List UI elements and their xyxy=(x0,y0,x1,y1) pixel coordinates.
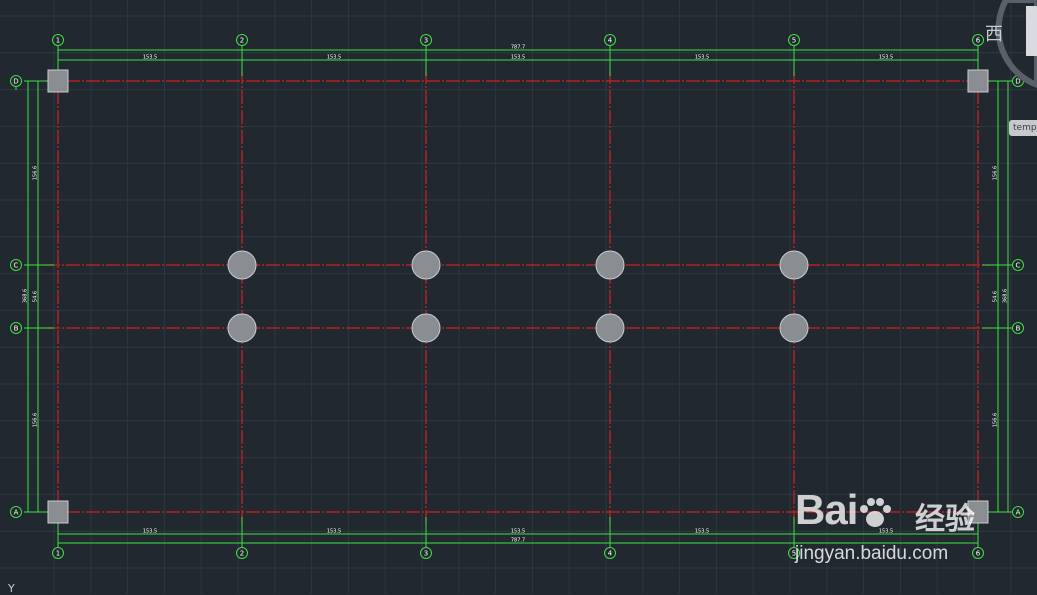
axis-bubble-top-6-label: 6 xyxy=(976,37,981,45)
dimension-text: 153.5 xyxy=(143,529,157,535)
dimension-text: 153.5 xyxy=(327,55,341,61)
axis-bubble-bottom-4-label: 4 xyxy=(608,550,613,558)
axis-bubble-left-B-label: B xyxy=(14,325,19,333)
axis-bubble-bottom-3-label: 3 xyxy=(424,550,428,558)
square-column xyxy=(967,69,989,93)
dimension-text: 153.5 xyxy=(511,529,525,535)
axis-lines xyxy=(46,70,990,524)
dimension-text: 54.6 xyxy=(33,291,39,302)
axis-bubble-top-4-label: 4 xyxy=(608,37,613,45)
axis-bubble-left-A-label: A xyxy=(14,509,19,517)
axis-bubble-right-A-label: A xyxy=(1016,509,1021,517)
dimension-lines: 787.7 153.5 153.5 153.5 153.5 153.5 787.7 153.5… xyxy=(15,45,1012,547)
watermark-cn-text: 经验 xyxy=(915,502,975,537)
dimension-text: 153.5 xyxy=(511,55,525,61)
paw-icon xyxy=(857,480,897,540)
dimension-text: 153.5 xyxy=(695,55,709,61)
baidu-logo: Bai xyxy=(795,480,897,540)
round-column xyxy=(411,250,441,280)
viewcube-face[interactable] xyxy=(1026,6,1037,56)
logo-text: Bai xyxy=(795,486,858,533)
round-column xyxy=(411,313,441,343)
dimension-text: 156.6 xyxy=(33,413,39,427)
axis-bubble-left-C-label: C xyxy=(14,262,19,270)
axis-bubble-right-C-label: C xyxy=(1016,262,1021,270)
round-column xyxy=(779,313,809,343)
round-column xyxy=(779,250,809,280)
axis-bubble-top-1-label: 1 xyxy=(56,37,60,45)
dimension-text: 54.6 xyxy=(993,291,999,302)
axis-bubble-left-D-label: D xyxy=(13,78,18,86)
dimension-text: 153.5 xyxy=(695,529,709,535)
axis-bubble-top-5-label: 5 xyxy=(792,37,796,45)
dimension-text: 156.6 xyxy=(993,166,999,180)
dimension-text-total: 368.6 xyxy=(1003,289,1009,303)
square-column xyxy=(47,69,69,93)
round-column xyxy=(595,250,625,280)
dimension-text-total: 787.7 xyxy=(511,45,525,51)
round-column xyxy=(227,250,257,280)
round-column xyxy=(227,313,257,343)
axis-bubble-top-3-label: 3 xyxy=(424,37,428,45)
round-column xyxy=(595,313,625,343)
baidu-watermark: Bai 经验 jingyan.baidu.com xyxy=(795,480,995,572)
dimension-text: 156.6 xyxy=(993,413,999,427)
compass-direction-label[interactable]: 西 xyxy=(985,20,1003,46)
axis-bubble-bottom-2-label: 2 xyxy=(240,550,244,558)
dimension-text: 153.5 xyxy=(143,55,157,61)
axis-bubble-right-B-label: B xyxy=(1016,325,1021,333)
dimension-text-total: 368.6 xyxy=(23,289,29,303)
columns xyxy=(47,69,989,524)
dimension-text-total: 787.7 xyxy=(511,538,525,544)
dimension-text: 153.5 xyxy=(879,55,893,61)
dimension-text: 153.5 xyxy=(327,529,341,535)
watermark-url: jingyan.baidu.com xyxy=(795,543,949,564)
temp-tooltip: temp xyxy=(1009,120,1037,136)
axis-bubble-top-2-label: 2 xyxy=(240,37,244,45)
square-column xyxy=(47,500,69,524)
dimension-text: 156.6 xyxy=(33,166,39,180)
ucs-axis-icon: Y xyxy=(8,582,15,595)
axis-bubble-bottom-1-label: 1 xyxy=(56,550,60,558)
